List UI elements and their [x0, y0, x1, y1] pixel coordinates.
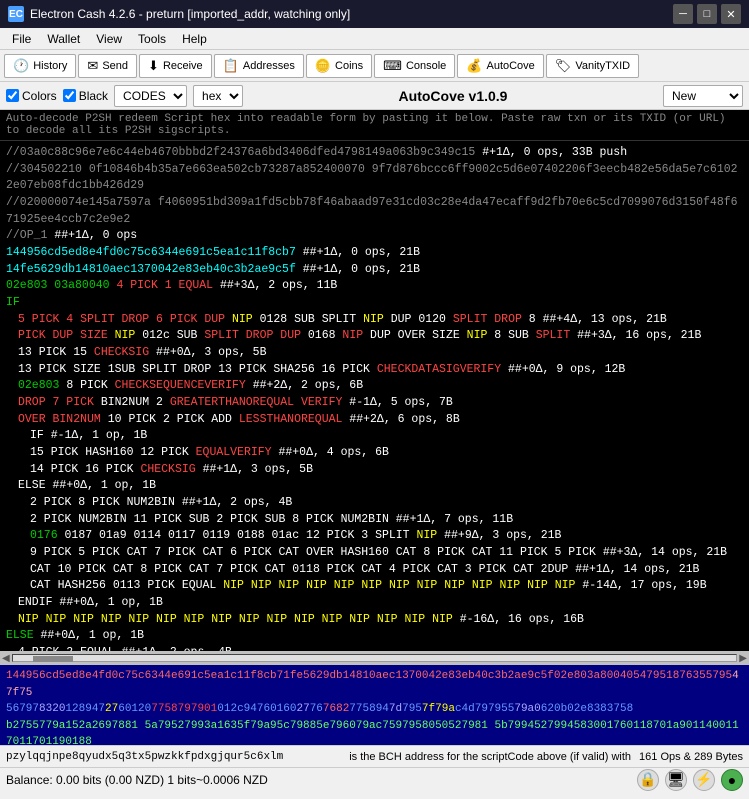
code-9pick: 9 PICK 5 PICK CAT 7 PICK CAT 6 PICK CAT … [6, 545, 743, 562]
menu-help[interactable]: Help [174, 30, 215, 48]
code-line-3: //020000074e145a7597a f4060951bd309a1fd5… [6, 195, 743, 228]
code-cathash256: CAT HASH256 0113 PICK EQUAL NIP NIP NIP … [6, 578, 743, 595]
horizontal-scrollbar[interactable]: ◀ ▶ [0, 651, 749, 665]
code-13pick: 13 PICK 15 CHECKSIG ##+0Δ, 3 ops, 5B [6, 345, 743, 362]
menubar: File Wallet View Tools Help [0, 28, 749, 50]
colors-checkbox-label[interactable]: Colors [6, 89, 57, 103]
titlebar: EC Electron Cash 4.2.6 - preturn [import… [0, 0, 749, 28]
is-bch-label: is the BCH address for the scriptCode ab… [349, 751, 631, 763]
controls-row: Colors Black CODES hex AutoCove v1.0.9 N… [0, 82, 749, 110]
app-icon: EC [8, 6, 24, 22]
history-button[interactable]: 🕐 History [4, 54, 76, 78]
status-icon: ● [721, 769, 743, 791]
code-line-6: 14fe5629db14810aec1370042e83eb40c3b2ae9c… [6, 262, 743, 279]
menu-view[interactable]: View [88, 30, 130, 48]
balance-label: Balance: 0.00 bits (0.00 NZD) 1 bits~0.0… [6, 773, 268, 787]
code-13pick2: 13 PICK SIZE 1SUB SPLIT DROP 13 PICK SHA… [6, 362, 743, 379]
minimize-button[interactable]: ─ [673, 4, 693, 24]
code-else-2: ELSE ##+0Δ, 1 op, 1B [6, 628, 743, 645]
close-button[interactable]: ✕ [721, 4, 741, 24]
receive-icon: ⬇ [148, 58, 159, 74]
addresses-icon: 📋 [223, 58, 239, 74]
scroll-right-icon[interactable]: ▶ [739, 653, 747, 664]
code-if-1: IF [6, 295, 743, 312]
code-2pick-num2bin: 2 PICK NUM2BIN 11 PICK SUB 2 PICK SUB 8 … [6, 512, 743, 529]
hex-line-2: 56797832012894727601207758797901012c9476… [6, 701, 743, 718]
code-line-2: //304502210 0f10846b4b35a7e663ea502cb732… [6, 162, 743, 195]
send-button[interactable]: ✉ Send [78, 54, 137, 78]
console-icon: ⌨ [383, 58, 402, 74]
code-line-5: 144956cd5ed8e4fd0c75c6344e691c5ea1c11f8c… [6, 245, 743, 262]
receive-button[interactable]: ⬇ Receive [139, 54, 212, 78]
code-pick-dup: PICK DUP SIZE NIP 012c SUB SPLIT DROP DU… [6, 328, 743, 345]
code-nip-row: NIP NIP NIP NIP NIP NIP NIP NIP NIP NIP … [6, 612, 743, 629]
coins-button[interactable]: 🪙 Coins [306, 54, 372, 78]
new-dropdown[interactable]: New [663, 85, 743, 107]
console-button[interactable]: ⌨ Console [374, 54, 455, 78]
history-icon: 🕐 [13, 58, 29, 74]
vanitytxid-button[interactable]: 🏷 VanityTXID [546, 54, 639, 78]
black-checkbox[interactable] [63, 89, 76, 102]
hex-line-1: 144956cd5ed8e4fd0c75c6344e691c5ea1c11f8c… [6, 668, 743, 701]
lock-icon[interactable]: 🔒 [637, 769, 659, 791]
code-line-1: //03a0c88c96e7e6c44eb4670bbbd2f24376a6bd… [6, 145, 743, 162]
vanitytxid-icon: 🏷 [555, 58, 572, 74]
addresses-button[interactable]: 📋 Addresses [214, 54, 304, 78]
codes-dropdown[interactable]: CODES [114, 85, 187, 107]
titlebar-controls: ─ □ ✕ [673, 4, 741, 24]
code-hash160: 15 PICK HASH160 12 PICK EQUALVERIFY ##+0… [6, 445, 743, 462]
ops-bytes: 161 Ops & 289 Bytes [639, 751, 743, 763]
black-checkbox-label[interactable]: Black [63, 89, 108, 103]
scrollbar-thumb[interactable] [33, 656, 73, 662]
info-text: Auto-decode P2SH redeem Script hex into … [0, 110, 749, 141]
address-display: pzylqqjnpe8qyudx5q3tx5pwzkkfpdxgjqur5c6x… [6, 751, 341, 763]
menu-file[interactable]: File [4, 30, 39, 48]
bottom-icons: 🔒 🖥 ⚡ ● [637, 769, 743, 791]
code-cat10: CAT 10 PICK CAT 8 PICK CAT 7 PICK CAT 01… [6, 562, 743, 579]
toolbar: 🕐 History ✉ Send ⬇ Receive 📋 Addresses 🪙… [0, 50, 749, 82]
hex-line-3: b2755779a152a2697881 5a79527993a1635f79a… [6, 718, 743, 746]
hex-dropdown[interactable]: hex [193, 85, 243, 107]
code-else-1: ELSE ##+0Δ, 1 op, 1B [6, 478, 743, 495]
network-icon[interactable]: 🖥 [665, 769, 687, 791]
code-14pick: 14 PICK 16 PICK CHECKSIG ##+1Δ, 3 ops, 5… [6, 462, 743, 479]
scrollbar-track[interactable] [12, 654, 738, 662]
titlebar-title: Electron Cash 4.2.6 - preturn [imported_… [30, 7, 350, 21]
colors-checkbox[interactable] [6, 89, 19, 102]
autocove-button[interactable]: 💰 AutoCove [457, 54, 544, 78]
app-title: AutoCove v1.0.9 [249, 88, 657, 104]
bottom-bar: Balance: 0.00 bits (0.00 NZD) 1 bits~0.0… [0, 767, 749, 791]
scroll-left-icon[interactable]: ◀ [2, 653, 10, 664]
code-02e803: 02e803 8 PICK CHECKSEQUENCEVERIFY ##+2Δ,… [6, 378, 743, 395]
send-icon: ✉ [87, 58, 98, 74]
code-pick4: 5 PICK 4 SPLIT DROP 6 PICK DUP NIP 0128 … [6, 312, 743, 329]
code-display[interactable]: //03a0c88c96e7e6c44eb4670bbbd2f24376a6bd… [0, 141, 749, 651]
menu-wallet[interactable]: Wallet [39, 30, 88, 48]
hex-display[interactable]: 144956cd5ed8e4fd0c75c6344e691c5ea1c11f8c… [0, 665, 749, 745]
code-drop7: DROP 7 PICK BIN2NUM 2 GREATERTHANOREQUAL… [6, 395, 743, 412]
code-0176: 0176 0187 01a9 0114 0117 0119 0188 01ac … [6, 528, 743, 545]
code-if-2: IF #-1Δ, 1 op, 1B [6, 428, 743, 445]
code-line-7: 02e803 03a80040 4 PICK 1 EQUAL ##+3Δ, 2 … [6, 278, 743, 295]
code-line-4: //OP_1 ##+1Δ, 0 ops [6, 228, 743, 245]
maximize-button[interactable]: □ [697, 4, 717, 24]
lightning-icon[interactable]: ⚡ [693, 769, 715, 791]
status-bar: pzylqqjnpe8qyudx5q3tx5pwzkkfpdxgjqur5c6x… [0, 745, 749, 767]
menu-tools[interactable]: Tools [130, 30, 174, 48]
code-over-bin2num: OVER BIN2NUM 10 PICK 2 PICK ADD LESSTHAN… [6, 412, 743, 429]
code-pick8: 2 PICK 8 PICK NUM2BIN ##+1Δ, 2 ops, 4B [6, 495, 743, 512]
autocove-icon: 💰 [466, 58, 482, 74]
code-endif-1: ENDIF ##+0Δ, 1 op, 1B [6, 595, 743, 612]
titlebar-left: EC Electron Cash 4.2.6 - preturn [import… [8, 6, 350, 22]
coins-icon: 🪙 [315, 58, 331, 74]
